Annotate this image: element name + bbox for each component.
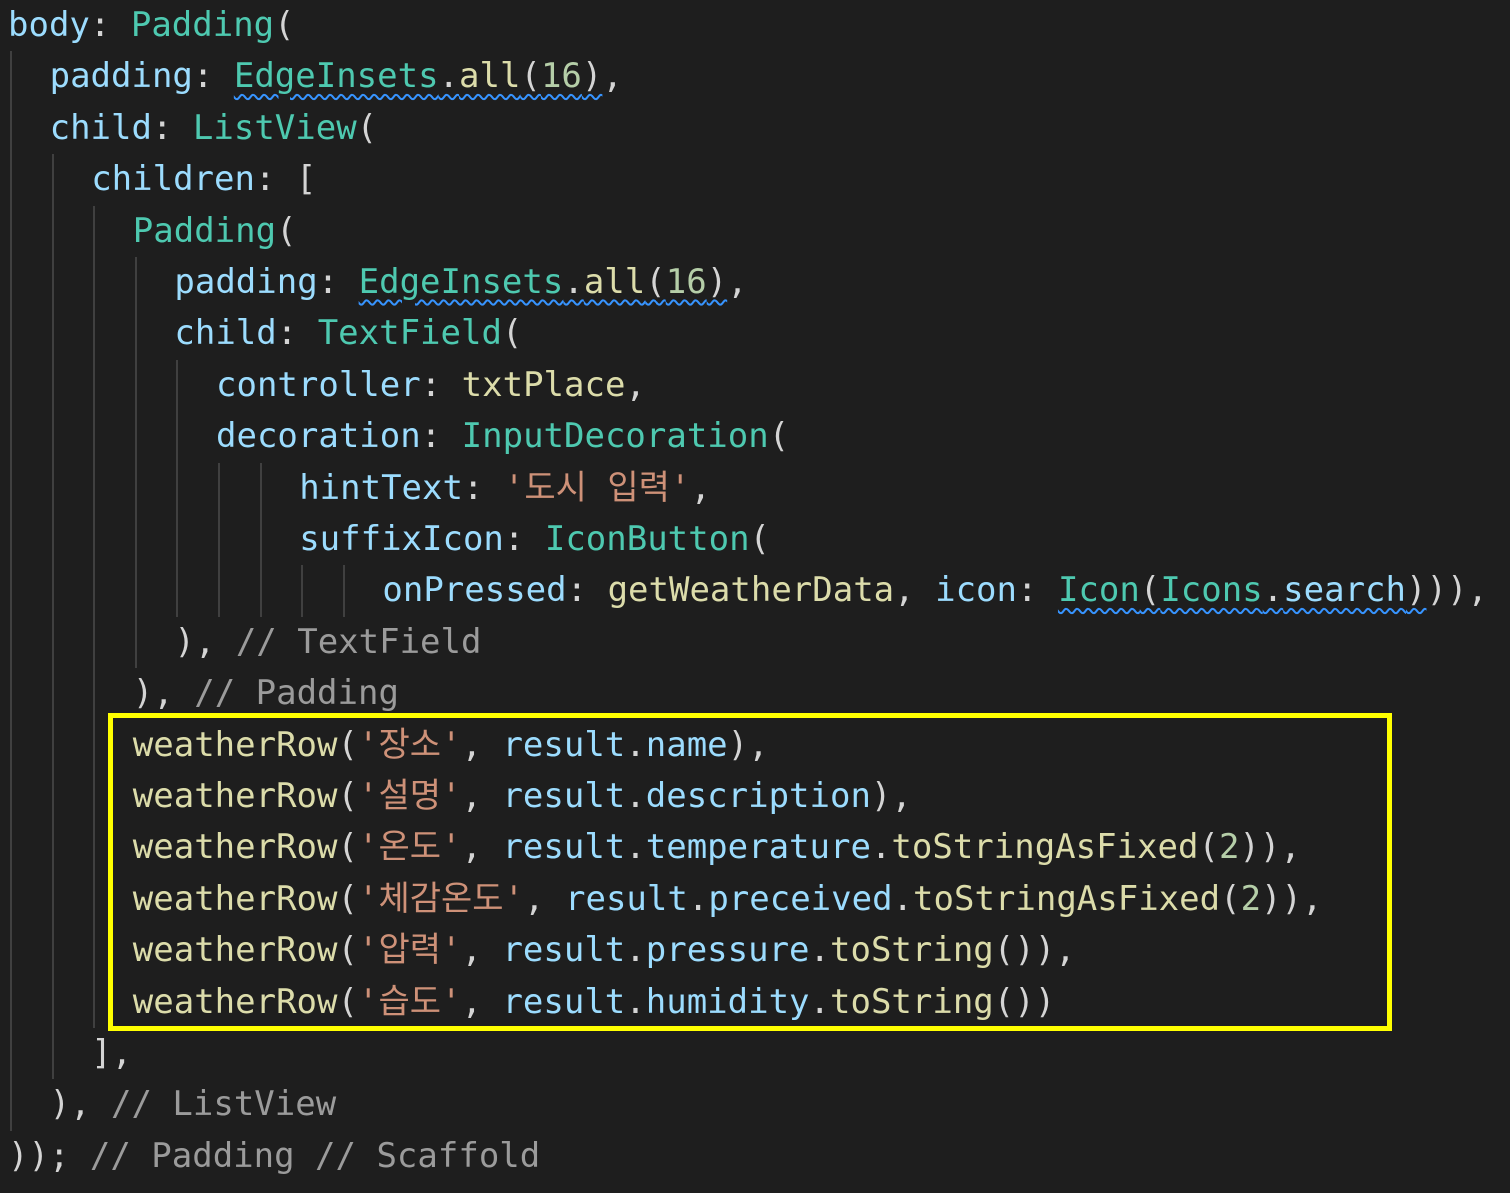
code-token: controller: [216, 364, 421, 405]
code-token: :: [566, 570, 608, 611]
code-token: ,: [602, 56, 623, 97]
code-token: .: [1262, 570, 1284, 611]
code-token: padding: [49, 56, 193, 97]
code-token: ),: [49, 1084, 112, 1125]
code-token: decoration: [216, 416, 421, 457]
code-token: txtPlace: [461, 364, 626, 405]
code-token: IconButton: [544, 519, 750, 559]
code-token: // Padding // Scaffold: [89, 1135, 541, 1176]
code-token: Icon: [1057, 570, 1140, 611]
code-line: child: ListView(: [0, 103, 1510, 154]
code-token: EdgeInsets: [233, 56, 439, 97]
code-token: :: [503, 519, 545, 559]
code-token: // Padding: [194, 673, 399, 714]
code-token: icon: [935, 570, 1017, 611]
code-token: child: [174, 313, 277, 354]
code-token: // ListView: [111, 1084, 337, 1125]
code-token: 16: [540, 56, 582, 97]
code-token: child: [49, 107, 152, 148]
code-line: onPressed: getWeatherData, icon: Icon(Ic…: [0, 565, 1510, 616]
code-token: :: [420, 416, 462, 457]
code-token: (: [1139, 570, 1161, 611]
code-line: ],: [0, 1028, 1510, 1079]
code-line: padding: EdgeInsets.all(16),: [0, 257, 1510, 308]
code-token: all: [459, 56, 521, 97]
code-line: Padding(: [0, 206, 1510, 257]
code-token: padding: [174, 262, 318, 302]
code-token: ));: [8, 1135, 90, 1176]
code-token: :: [89, 5, 131, 45]
code-token: onPressed: [382, 570, 567, 611]
code-line: padding: EdgeInsets.all(16),: [0, 51, 1510, 102]
code-editor[interactable]: body: Padding(padding: EdgeInsets.all(16…: [0, 0, 1510, 1193]
code-token: EdgeInsets: [358, 262, 564, 302]
code-token: all: [583, 262, 646, 302]
code-token: (: [749, 519, 771, 559]
code-token: :: [1017, 570, 1058, 611]
code-token: .: [563, 262, 584, 302]
code-token: (: [276, 210, 297, 251]
code-token: (: [274, 5, 295, 45]
code-token: (: [356, 107, 378, 148]
code-token: // TextField: [235, 621, 482, 662]
code-token: ,: [894, 570, 936, 611]
code-token: children: [91, 159, 255, 200]
code-token: TextField: [317, 313, 502, 354]
code-token: ),: [132, 673, 195, 714]
code-token: ): [1406, 570, 1427, 611]
code-line: )); // Padding // Scaffold: [0, 1131, 1510, 1182]
code-token: getWeatherData: [607, 570, 895, 611]
code-token: :: [317, 262, 359, 302]
code-token: ,: [727, 262, 748, 302]
code-token: Icons: [1160, 570, 1263, 611]
code-token: (: [501, 313, 523, 354]
code-token: :: [276, 313, 318, 354]
code-token: body: [8, 5, 90, 45]
code-line: child: TextField(: [0, 308, 1510, 359]
code-token: (: [768, 416, 790, 457]
code-token: : [: [254, 159, 317, 200]
code-line: ), // TextField: [0, 617, 1510, 668]
code-line: body: Padding(: [0, 0, 1510, 51]
code-token: (: [645, 262, 666, 302]
code-token: InputDecoration: [461, 416, 769, 457]
code-token: Padding: [130, 5, 275, 45]
code-token: ],: [91, 1033, 133, 1073]
code-token: '도시 입력': [503, 467, 691, 508]
code-token: :: [151, 107, 193, 148]
code-token: search: [1283, 570, 1406, 611]
code-token: ): [581, 56, 603, 97]
code-token: (: [520, 56, 541, 97]
code-token: ,: [625, 364, 646, 405]
code-token: ,: [690, 467, 711, 508]
code-line: ), // ListView: [0, 1079, 1510, 1130]
code-token: suffixIcon: [299, 519, 504, 559]
code-token: .: [438, 56, 460, 97]
code-token: :: [420, 364, 462, 405]
code-token: ),: [174, 621, 236, 662]
code-token: Padding: [132, 210, 277, 251]
code-token: :: [192, 56, 234, 97]
code-line: ), // Padding: [0, 668, 1510, 719]
code-token: 16: [665, 262, 707, 302]
code-line: controller: txtPlace,: [0, 360, 1510, 411]
code-token: ListView: [192, 107, 357, 148]
code-line: decoration: InputDecoration(: [0, 411, 1510, 462]
highlight-box: [108, 713, 1392, 1031]
code-token: :: [462, 467, 504, 508]
code-token: hintText: [299, 467, 463, 508]
code-line: children: [: [0, 154, 1510, 205]
code-line: hintText: '도시 입력',: [0, 463, 1510, 514]
code-token: ): [706, 262, 728, 302]
code-line: suffixIcon: IconButton(: [0, 514, 1510, 565]
code-token: )),: [1426, 570, 1488, 611]
